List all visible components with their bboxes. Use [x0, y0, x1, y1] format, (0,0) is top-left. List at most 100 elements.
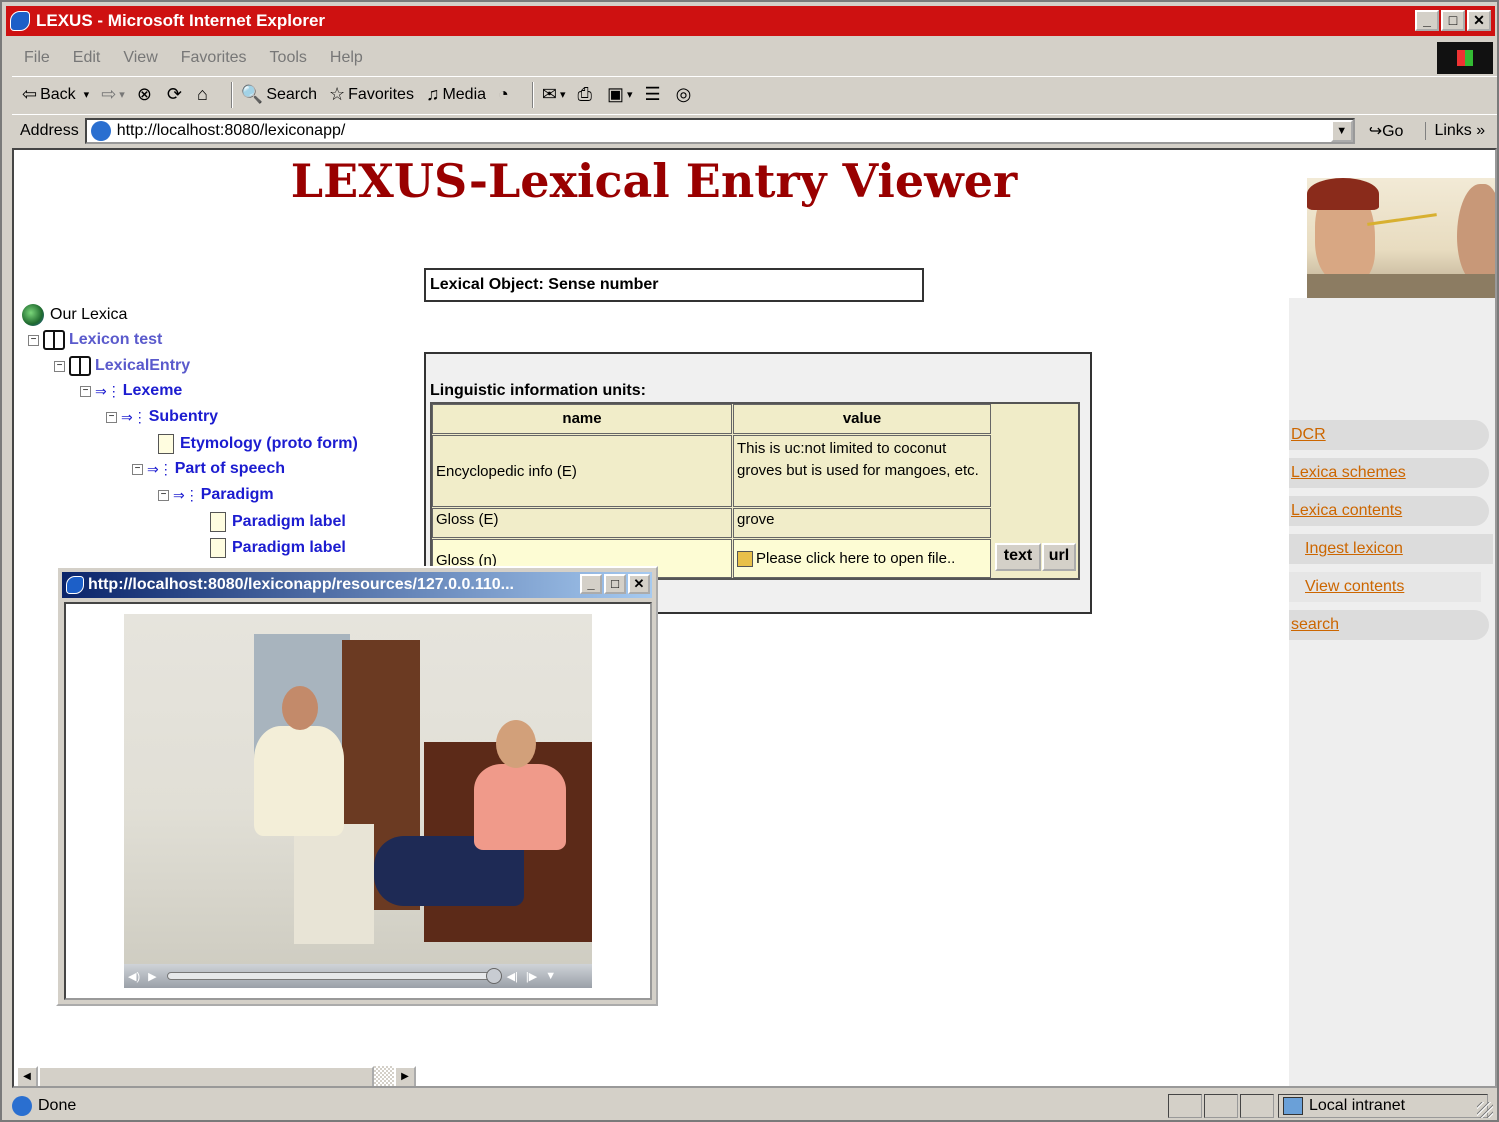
home-button[interactable]: ⌂ — [197, 84, 211, 105]
menu-file[interactable]: File — [24, 49, 50, 67]
liu-table: name value Encyclopedic info (E) This is… — [430, 402, 1080, 580]
back-button[interactable]: ⇦ Back ▾ — [22, 84, 89, 105]
messenger-button[interactable]: ◎ — [676, 84, 695, 105]
tree-node-lexeme[interactable]: − ⇒⋮ Lexeme — [80, 382, 182, 400]
tree-node-paradigm-label[interactable]: Paradigm label — [210, 538, 346, 558]
header-portrait-image — [1307, 178, 1495, 298]
scroll-thumb[interactable] — [38, 1066, 374, 1086]
collapse-icon[interactable]: − — [80, 385, 91, 397]
address-input[interactable]: http://localhost:8080/lexiconapp/ ▼ — [84, 117, 1355, 144]
tree-node-paradigm-label[interactable]: Paradigm label — [210, 512, 346, 532]
nav-item-dcr[interactable]: DCR — [1289, 420, 1489, 450]
tree-node-lexical-entry[interactable]: − LexicalEntry — [54, 356, 190, 376]
horizontal-scrollbar[interactable]: ◀ ▶ — [16, 1066, 416, 1086]
close-button[interactable]: ✕ — [1467, 10, 1491, 31]
url-button[interactable]: url — [1042, 543, 1076, 571]
nav-link-lexica-contents[interactable]: Lexica contents — [1291, 502, 1402, 520]
collapse-icon[interactable]: − — [54, 360, 65, 372]
stop-button[interactable]: ⊗ — [137, 84, 155, 105]
page-icon — [90, 120, 111, 141]
step-back-icon[interactable]: ◀| — [507, 970, 518, 983]
go-button[interactable]: ↪Go — [1369, 121, 1404, 141]
print-button[interactable]: ⎙ — [578, 84, 595, 105]
address-bar: Address http://localhost:8080/lexiconapp… — [12, 114, 1497, 146]
nav-link-ingest-lexicon[interactable]: Ingest lexicon — [1305, 540, 1403, 558]
stop-icon: ⊗ — [136, 84, 152, 104]
popup-close-button[interactable]: ✕ — [628, 574, 650, 594]
toolbar-separator — [531, 81, 534, 108]
nav-item-lexica-schemes[interactable]: Lexica schemes — [1289, 458, 1489, 488]
refresh-button[interactable]: ⟳ — [167, 84, 185, 105]
mail-button[interactable]: ✉ ▾ — [542, 84, 566, 105]
nav-link-search[interactable]: search — [1291, 616, 1339, 634]
discuss-button[interactable]: ☰ — [644, 84, 663, 105]
browser-window: LEXUS - Microsoft Internet Explorer _ □ … — [0, 0, 1499, 1122]
scroll-left-icon[interactable]: ◀ — [16, 1066, 38, 1086]
video-player[interactable] — [124, 614, 592, 964]
forward-dropdown-icon[interactable]: ▾ — [119, 88, 125, 101]
popup-body: ◀) ▶ ◀| |▶ ▼ — [64, 602, 652, 1000]
collapse-icon[interactable]: − — [158, 489, 169, 501]
text-button[interactable]: text — [995, 543, 1041, 571]
resize-grip-icon[interactable] — [1477, 1102, 1493, 1118]
menu-help[interactable]: Help — [330, 49, 363, 67]
scroll-right-icon[interactable]: ▶ — [394, 1066, 416, 1086]
nav-link-lexica-schemes[interactable]: Lexica schemes — [1291, 464, 1406, 482]
popup-minimize-button[interactable]: _ — [580, 574, 602, 594]
maximize-button[interactable]: □ — [1441, 10, 1465, 31]
back-arrow-icon: ⇦ — [22, 84, 38, 104]
menu-tools[interactable]: Tools — [270, 49, 307, 67]
search-button[interactable]: 🔍 Search — [241, 84, 317, 105]
nav-item-lexica-contents[interactable]: Lexica contents — [1289, 496, 1489, 526]
media-button[interactable]: ♫ Media — [426, 84, 486, 105]
table-cell-value: This is uc:not limited to coconut groves… — [733, 435, 991, 507]
favorites-button[interactable]: ☆ Favorites — [329, 84, 414, 105]
popup-maximize-button[interactable]: □ — [604, 574, 626, 594]
node-icon: ⇒⋮ — [121, 408, 147, 425]
address-dropdown-icon[interactable]: ▼ — [1330, 119, 1353, 142]
back-dropdown-icon[interactable]: ▾ — [84, 88, 90, 101]
seek-bar[interactable] — [166, 968, 502, 984]
status-pane — [1168, 1094, 1202, 1118]
seek-knob[interactable] — [485, 968, 502, 984]
play-icon[interactable]: ▶ — [148, 970, 156, 983]
collapse-icon[interactable]: − — [132, 463, 143, 475]
minimize-button[interactable]: _ — [1415, 10, 1439, 31]
address-url: http://localhost:8080/lexiconapp/ — [116, 121, 346, 139]
menu-edit[interactable]: Edit — [73, 49, 101, 67]
edit-dropdown-icon[interactable]: ▾ — [627, 88, 633, 101]
edit-button[interactable]: ▣ ▾ — [607, 84, 633, 105]
history-button[interactable]: ◔ — [498, 84, 512, 105]
collapse-icon[interactable]: − — [28, 334, 39, 346]
options-dropdown-icon[interactable]: ▼ — [545, 970, 556, 982]
nav-link-view-contents[interactable]: View contents — [1305, 578, 1404, 596]
nav-item-ingest-lexicon[interactable]: Ingest lexicon — [1289, 534, 1493, 564]
tree-node-subentry[interactable]: − ⇒⋮ Subentry — [106, 408, 218, 426]
step-forward-icon[interactable]: |▶ — [526, 970, 537, 983]
intranet-icon — [1283, 1097, 1303, 1115]
window-titlebar[interactable]: LEXUS - Microsoft Internet Explorer _ □ … — [6, 6, 1495, 36]
nav-link-dcr[interactable]: DCR — [1291, 426, 1326, 444]
column-header-value: value — [733, 404, 991, 434]
menu-favorites[interactable]: Favorites — [181, 49, 247, 67]
document-icon — [210, 538, 226, 558]
forward-button[interactable]: ⇨ ▾ — [101, 84, 125, 105]
menu-view[interactable]: View — [123, 49, 157, 67]
scroll-track[interactable] — [374, 1066, 394, 1086]
open-file-link[interactable]: Please click here to open file.. — [733, 539, 991, 578]
tree-node-lexicon[interactable]: − Lexicon test — [28, 330, 162, 350]
tree-node-paradigm[interactable]: − ⇒⋮ Paradigm — [158, 486, 274, 504]
discuss-icon: ☰ — [644, 84, 661, 104]
edit-icon: ▣ — [606, 84, 624, 104]
collapse-icon[interactable]: − — [106, 411, 117, 423]
tree-node-etymology[interactable]: Etymology (proto form) — [158, 434, 358, 454]
links-button[interactable]: Links » — [1425, 121, 1485, 140]
popup-title: http://localhost:8080/lexiconapp/resourc… — [88, 576, 514, 593]
nav-item-search[interactable]: search — [1289, 610, 1489, 640]
volume-icon[interactable]: ◀) — [128, 970, 140, 983]
nav-item-view-contents[interactable]: View contents — [1289, 572, 1481, 602]
tree-node-part-of-speech[interactable]: − ⇒⋮ Part of speech — [132, 460, 285, 478]
popup-titlebar[interactable]: http://localhost:8080/lexiconapp/resourc… — [62, 572, 652, 598]
tree-root[interactable]: Our Lexica — [22, 304, 127, 326]
mail-dropdown-icon[interactable]: ▾ — [560, 88, 566, 101]
